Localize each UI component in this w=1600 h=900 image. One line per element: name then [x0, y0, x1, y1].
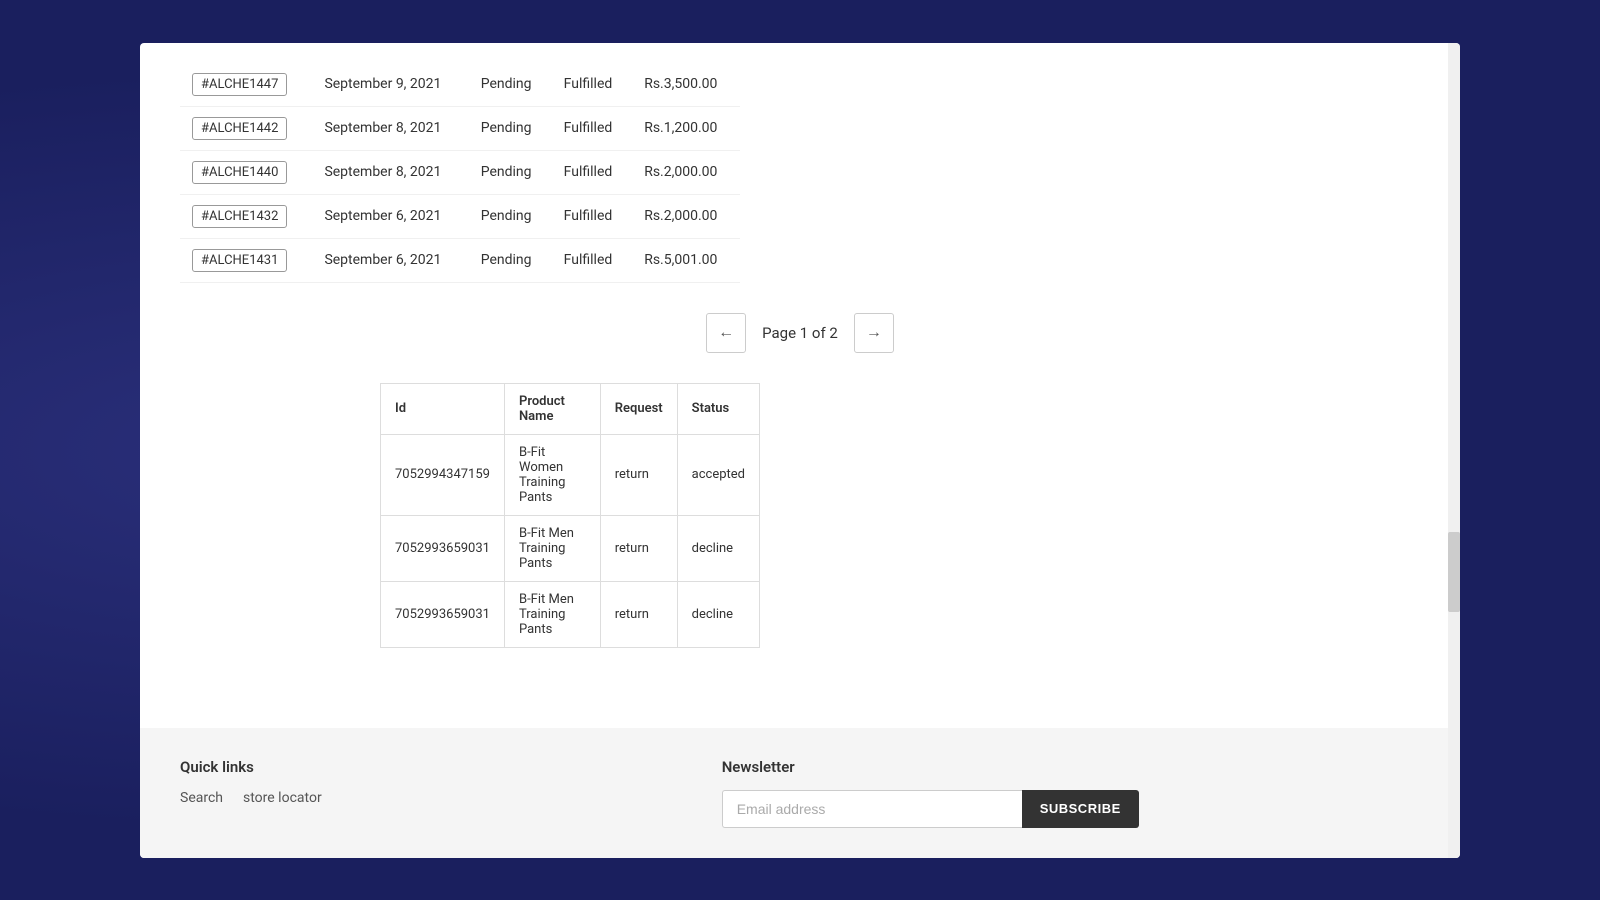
scrollbar-track	[1448, 43, 1460, 858]
footer: Quick links Search store locator Newslett…	[140, 728, 1460, 858]
order-payment-cell: Pending	[469, 106, 552, 150]
returns-status-cell: decline	[677, 581, 759, 647]
returns-product-cell: B-Fit Men Training Pants	[504, 581, 600, 647]
order-id-badge[interactable]: #ALCHE1440	[192, 161, 287, 184]
order-id-badge[interactable]: #ALCHE1432	[192, 205, 287, 228]
order-id-cell[interactable]: #ALCHE1447	[180, 63, 312, 107]
order-date-cell: September 6, 2021	[312, 238, 468, 282]
page-text: Page 1 of 2	[762, 324, 838, 342]
returns-product-cell: B-Fit Women Training Pants	[504, 434, 600, 515]
order-total-cell: Rs.2,000.00	[632, 150, 740, 194]
email-input[interactable]	[722, 790, 1022, 828]
order-id-badge[interactable]: #ALCHE1447	[192, 73, 287, 96]
prev-arrow-icon: ←	[718, 324, 734, 342]
returns-row: 7052994347159 B-Fit Women Training Pants…	[381, 434, 760, 515]
returns-request-cell: return	[600, 434, 677, 515]
order-total-cell: Rs.3,500.00	[632, 63, 740, 107]
next-arrow-icon: →	[866, 324, 882, 342]
order-row: #ALCHE1447 September 9, 2021 Pending Ful…	[180, 63, 740, 107]
returns-product-cell: B-Fit Men Training Pants	[504, 515, 600, 581]
order-id-cell[interactable]: #ALCHE1432	[180, 194, 312, 238]
prev-page-button[interactable]: ←	[706, 313, 746, 353]
newsletter-form: SUBSCRIBE	[722, 790, 1139, 828]
order-date-cell: September 8, 2021	[312, 150, 468, 194]
returns-status-cell: decline	[677, 515, 759, 581]
order-date-cell: September 8, 2021	[312, 106, 468, 150]
order-id-cell[interactable]: #ALCHE1442	[180, 106, 312, 150]
returns-section: IdProduct NameRequestStatus 705299434715…	[380, 383, 1420, 648]
order-id-cell[interactable]: #ALCHE1431	[180, 238, 312, 282]
order-payment-cell: Pending	[469, 238, 552, 282]
order-id-badge[interactable]: #ALCHE1431	[192, 249, 287, 272]
returns-status-cell: accepted	[677, 434, 759, 515]
returns-id-cell: 7052994347159	[381, 434, 505, 515]
returns-column-header: Status	[677, 383, 759, 434]
quick-links-list: Search store locator	[180, 790, 322, 806]
order-total-cell: Rs.2,000.00	[632, 194, 740, 238]
quick-links-section: Quick links Search store locator	[180, 758, 322, 828]
newsletter-section: Newsletter SUBSCRIBE	[722, 758, 1139, 828]
returns-id-cell: 7052993659031	[381, 515, 505, 581]
pagination: ← Page 1 of 2 →	[180, 313, 1420, 353]
order-row: #ALCHE1440 September 8, 2021 Pending Ful…	[180, 150, 740, 194]
returns-column-header: Id	[381, 383, 505, 434]
quick-link[interactable]: Search	[180, 790, 223, 806]
order-id-badge[interactable]: #ALCHE1442	[192, 117, 287, 140]
returns-header-row: IdProduct NameRequestStatus	[381, 383, 760, 434]
quick-links-heading: Quick links	[180, 758, 322, 776]
returns-request-cell: return	[600, 581, 677, 647]
orders-table: #ALCHE1447 September 9, 2021 Pending Ful…	[180, 63, 740, 283]
main-container: #ALCHE1447 September 9, 2021 Pending Ful…	[140, 43, 1460, 858]
returns-request-cell: return	[600, 515, 677, 581]
order-fulfillment-cell: Fulfilled	[552, 63, 633, 107]
order-fulfillment-cell: Fulfilled	[552, 238, 633, 282]
order-row: #ALCHE1442 September 8, 2021 Pending Ful…	[180, 106, 740, 150]
quick-link[interactable]: store locator	[243, 790, 322, 806]
order-date-cell: September 6, 2021	[312, 194, 468, 238]
order-total-cell: Rs.1,200.00	[632, 106, 740, 150]
order-id-cell[interactable]: #ALCHE1440	[180, 150, 312, 194]
order-payment-cell: Pending	[469, 63, 552, 107]
order-fulfillment-cell: Fulfilled	[552, 150, 633, 194]
returns-table: IdProduct NameRequestStatus 705299434715…	[380, 383, 760, 648]
order-fulfillment-cell: Fulfilled	[552, 194, 633, 238]
order-date-cell: September 9, 2021	[312, 63, 468, 107]
content-area: #ALCHE1447 September 9, 2021 Pending Ful…	[140, 43, 1460, 688]
next-page-button[interactable]: →	[854, 313, 894, 353]
order-row: #ALCHE1431 September 6, 2021 Pending Ful…	[180, 238, 740, 282]
order-payment-cell: Pending	[469, 194, 552, 238]
returns-row: 7052993659031 B-Fit Men Training Pants r…	[381, 581, 760, 647]
scrollbar-thumb[interactable]	[1448, 532, 1460, 612]
returns-column-header: Product Name	[504, 383, 600, 434]
order-total-cell: Rs.5,001.00	[632, 238, 740, 282]
order-fulfillment-cell: Fulfilled	[552, 106, 633, 150]
order-row: #ALCHE1432 September 6, 2021 Pending Ful…	[180, 194, 740, 238]
order-payment-cell: Pending	[469, 150, 552, 194]
newsletter-heading: Newsletter	[722, 758, 1139, 776]
returns-column-header: Request	[600, 383, 677, 434]
returns-row: 7052993659031 B-Fit Men Training Pants r…	[381, 515, 760, 581]
returns-id-cell: 7052993659031	[381, 581, 505, 647]
subscribe-button[interactable]: SUBSCRIBE	[1022, 790, 1139, 828]
